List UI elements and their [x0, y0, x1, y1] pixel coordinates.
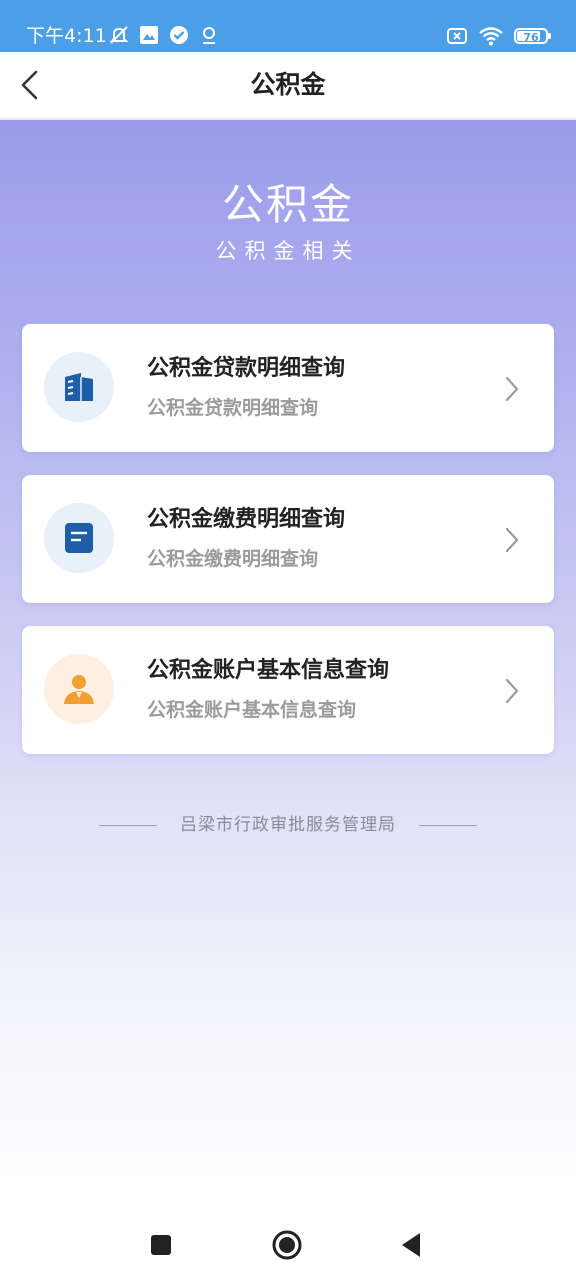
card-account-info-query[interactable]: 公积金账户基本信息查询 公积金账户基本信息查询 [22, 626, 554, 754]
notification-muted-icon [109, 26, 129, 44]
document-icon [65, 523, 93, 553]
page-title: 公积金 [250, 71, 326, 99]
wifi-icon [479, 27, 503, 46]
status-left-icons [108, 22, 220, 48]
hero-subtitle: 公积金相关 [215, 239, 361, 263]
hero-title: 公积金 [221, 180, 354, 229]
nav-bar: 公积金 [0, 52, 576, 120]
card-subtitle: 公积金缴费明细查询 [147, 548, 319, 570]
status-bar: 下午4:11 76 [0, 0, 576, 52]
footer-text: 吕梁市行政审批服务管理局 [180, 815, 396, 835]
status-time: 下午4:11 [26, 25, 107, 47]
card-loan-detail-query[interactable]: 公积金贷款明细查询 公积金贷款明细查询 [22, 324, 554, 452]
system-nav-bar [0, 1205, 576, 1280]
card-icon-container [44, 503, 114, 573]
status-right-icons: 76 [446, 24, 551, 48]
chevron-right-icon [505, 527, 519, 553]
card-payment-detail-query[interactable]: 公积金缴费明细查询 公积金缴费明细查询 [22, 475, 554, 603]
verified-check-icon [170, 26, 188, 44]
card-title: 公积金缴费明细查询 [147, 507, 346, 532]
chevron-right-icon [505, 376, 519, 402]
card-title: 公积金贷款明细查询 [147, 356, 346, 381]
footer-divider-left [98, 824, 157, 826]
back-triangle-icon[interactable] [396, 1229, 428, 1261]
chevron-right-icon [505, 678, 519, 704]
footer: 吕梁市行政审批服务管理局 [0, 813, 576, 837]
building-icon [65, 373, 93, 401]
card-subtitle: 公积金贷款明细查询 [147, 397, 319, 419]
card-icon-container [44, 654, 114, 724]
location-pin-icon [203, 27, 215, 44]
no-sim-icon [447, 28, 467, 44]
footer-divider-right [419, 824, 478, 826]
battery-level: 76 [523, 31, 539, 44]
person-icon [64, 675, 94, 704]
card-subtitle: 公积金账户基本信息查询 [147, 699, 357, 721]
recents-square-icon[interactable] [145, 1229, 177, 1261]
main-content: 公积金 公积金相关 公积金贷款明细查询 公积金贷款明细查询 公积金缴费明细查询 … [0, 120, 576, 1205]
home-circle-icon[interactable] [271, 1229, 303, 1261]
battery-icon: 76 [514, 28, 551, 44]
card-title: 公积金账户基本信息查询 [147, 658, 390, 683]
gallery-app-icon [140, 26, 158, 44]
card-icon-container [44, 352, 114, 422]
